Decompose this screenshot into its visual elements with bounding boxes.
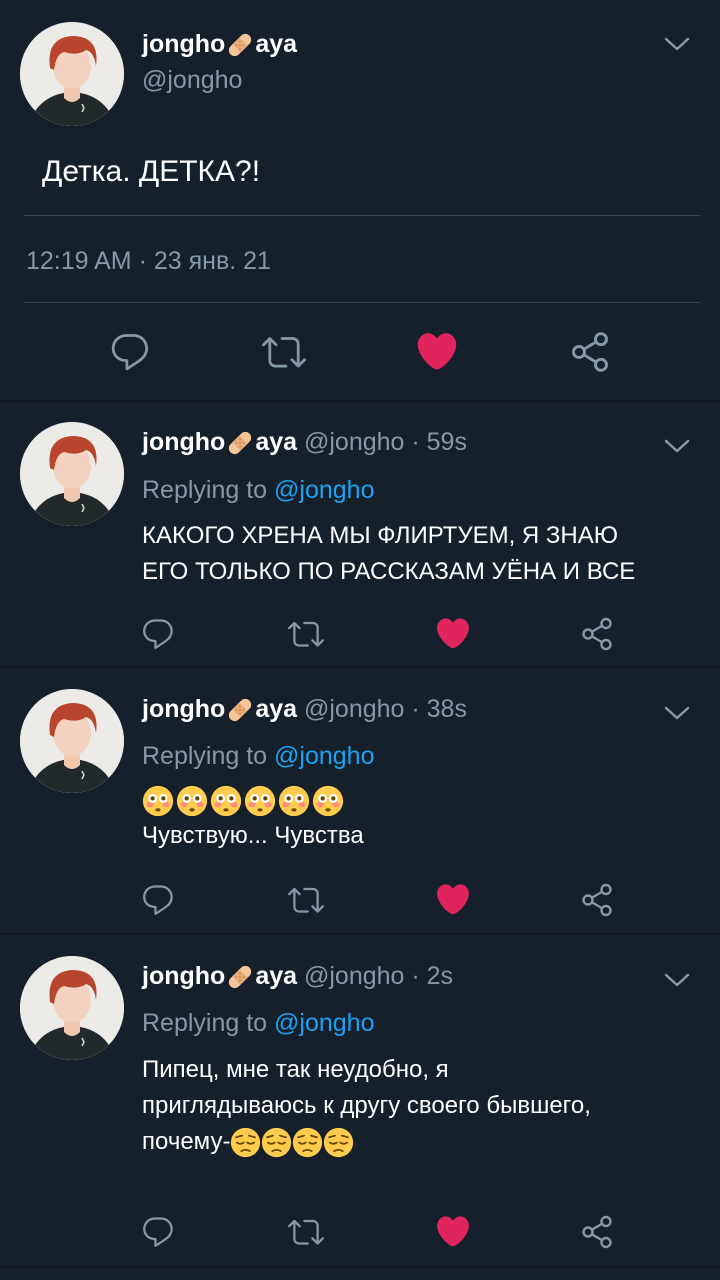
share-icon <box>578 616 616 652</box>
user-handle[interactable]: @jongho <box>142 66 242 95</box>
share-button[interactable] <box>578 882 616 918</box>
retweet-icon <box>286 882 326 918</box>
like-button[interactable] <box>414 328 460 374</box>
share-icon <box>568 330 612 374</box>
retweet-button[interactable] <box>286 882 326 918</box>
timestamp[interactable]: 12:19 AM · 23 янв. 21 <box>26 247 271 276</box>
divider <box>0 933 720 935</box>
divider <box>24 215 700 216</box>
avatar[interactable] <box>20 422 124 526</box>
flushed-face-icon <box>312 785 344 817</box>
avatar[interactable] <box>20 689 124 793</box>
tweet-header: jongho aya @jongho · 2s <box>142 962 453 992</box>
share-button[interactable] <box>578 616 616 652</box>
display-name[interactable]: jongho aya <box>142 428 297 456</box>
bandage-icon <box>225 30 255 60</box>
display-name[interactable]: jongho aya <box>142 695 297 723</box>
divider <box>0 400 720 402</box>
reply-icon <box>108 330 152 374</box>
handle-time: @jongho · 38s <box>303 695 467 723</box>
chevron-down-icon[interactable] <box>662 436 692 456</box>
chevron-down-icon[interactable] <box>662 703 692 723</box>
divider <box>24 302 700 303</box>
avatar[interactable] <box>20 956 124 1060</box>
like-heart-icon <box>434 614 472 652</box>
bandage-icon <box>225 695 255 725</box>
retweet-icon <box>286 1214 326 1250</box>
reply-icon <box>140 882 176 918</box>
like-heart-icon <box>414 328 460 374</box>
chevron-down-icon[interactable] <box>662 34 692 54</box>
tweet-header: jongho aya @jongho · 59s <box>142 428 467 458</box>
like-button[interactable] <box>434 1212 472 1250</box>
like-heart-icon <box>434 880 472 918</box>
reply-button[interactable] <box>140 882 176 918</box>
share-button[interactable] <box>568 330 612 374</box>
like-button[interactable] <box>434 614 472 652</box>
replying-to: Replying to @jongho <box>142 1009 375 1037</box>
avatar[interactable] <box>20 22 124 126</box>
chevron-down-icon[interactable] <box>662 970 692 990</box>
replying-to: Replying to @jongho <box>142 742 375 770</box>
tweet-header: jongho aya @jongho · 38s <box>142 695 467 725</box>
pensive-face-icon <box>292 1127 323 1158</box>
tweet-text: КАКОГО ХРЕНА МЫ ФЛИРТУЕМ, Я ЗНАЮ ЕГО ТОЛ… <box>142 522 636 585</box>
pensive-face-icon <box>323 1127 354 1158</box>
retweet-icon <box>259 330 309 374</box>
flushed-face-icon <box>176 785 208 817</box>
mention-link[interactable]: @jongho <box>274 476 374 504</box>
reply-button[interactable] <box>140 616 176 652</box>
reply-icon <box>140 1214 176 1250</box>
flushed-face-icon <box>244 785 276 817</box>
like-button[interactable] <box>434 880 472 918</box>
bandage-icon <box>225 962 255 992</box>
like-heart-icon <box>434 1212 472 1250</box>
retweet-button[interactable] <box>259 330 309 374</box>
display-name[interactable]: jongho aya <box>142 962 297 990</box>
reply-button[interactable] <box>108 330 152 374</box>
share-icon <box>578 1214 616 1250</box>
reply-button[interactable] <box>140 1214 176 1250</box>
reply-icon <box>140 616 176 652</box>
emoji-row <box>142 784 702 818</box>
mention-link[interactable]: @jongho <box>274 742 374 770</box>
divider <box>0 666 720 668</box>
flushed-face-icon <box>278 785 310 817</box>
handle-time: @jongho · 59s <box>303 428 467 456</box>
tweet-text: Пипец, мне так неудобно, я приглядываюсь… <box>142 1052 702 1160</box>
divider <box>0 1266 720 1268</box>
tweet-text: Чувствую... Чувства <box>142 784 702 854</box>
replying-to: Replying to @jongho <box>142 476 375 504</box>
retweet-button[interactable] <box>286 1214 326 1250</box>
flushed-face-icon <box>142 785 174 817</box>
bandage-icon <box>225 428 255 458</box>
handle-time: @jongho · 2s <box>303 962 454 990</box>
flushed-face-icon <box>210 785 242 817</box>
retweet-icon <box>286 616 326 652</box>
share-icon <box>578 882 616 918</box>
pensive-face-icon <box>230 1127 261 1158</box>
tweet-text: Детка. ДЕТКА?! <box>42 155 261 188</box>
mention-link[interactable]: @jongho <box>274 1009 374 1037</box>
share-button[interactable] <box>578 1214 616 1250</box>
retweet-button[interactable] <box>286 616 326 652</box>
display-name[interactable]: jongho aya <box>142 30 297 60</box>
pensive-face-icon <box>261 1127 292 1158</box>
